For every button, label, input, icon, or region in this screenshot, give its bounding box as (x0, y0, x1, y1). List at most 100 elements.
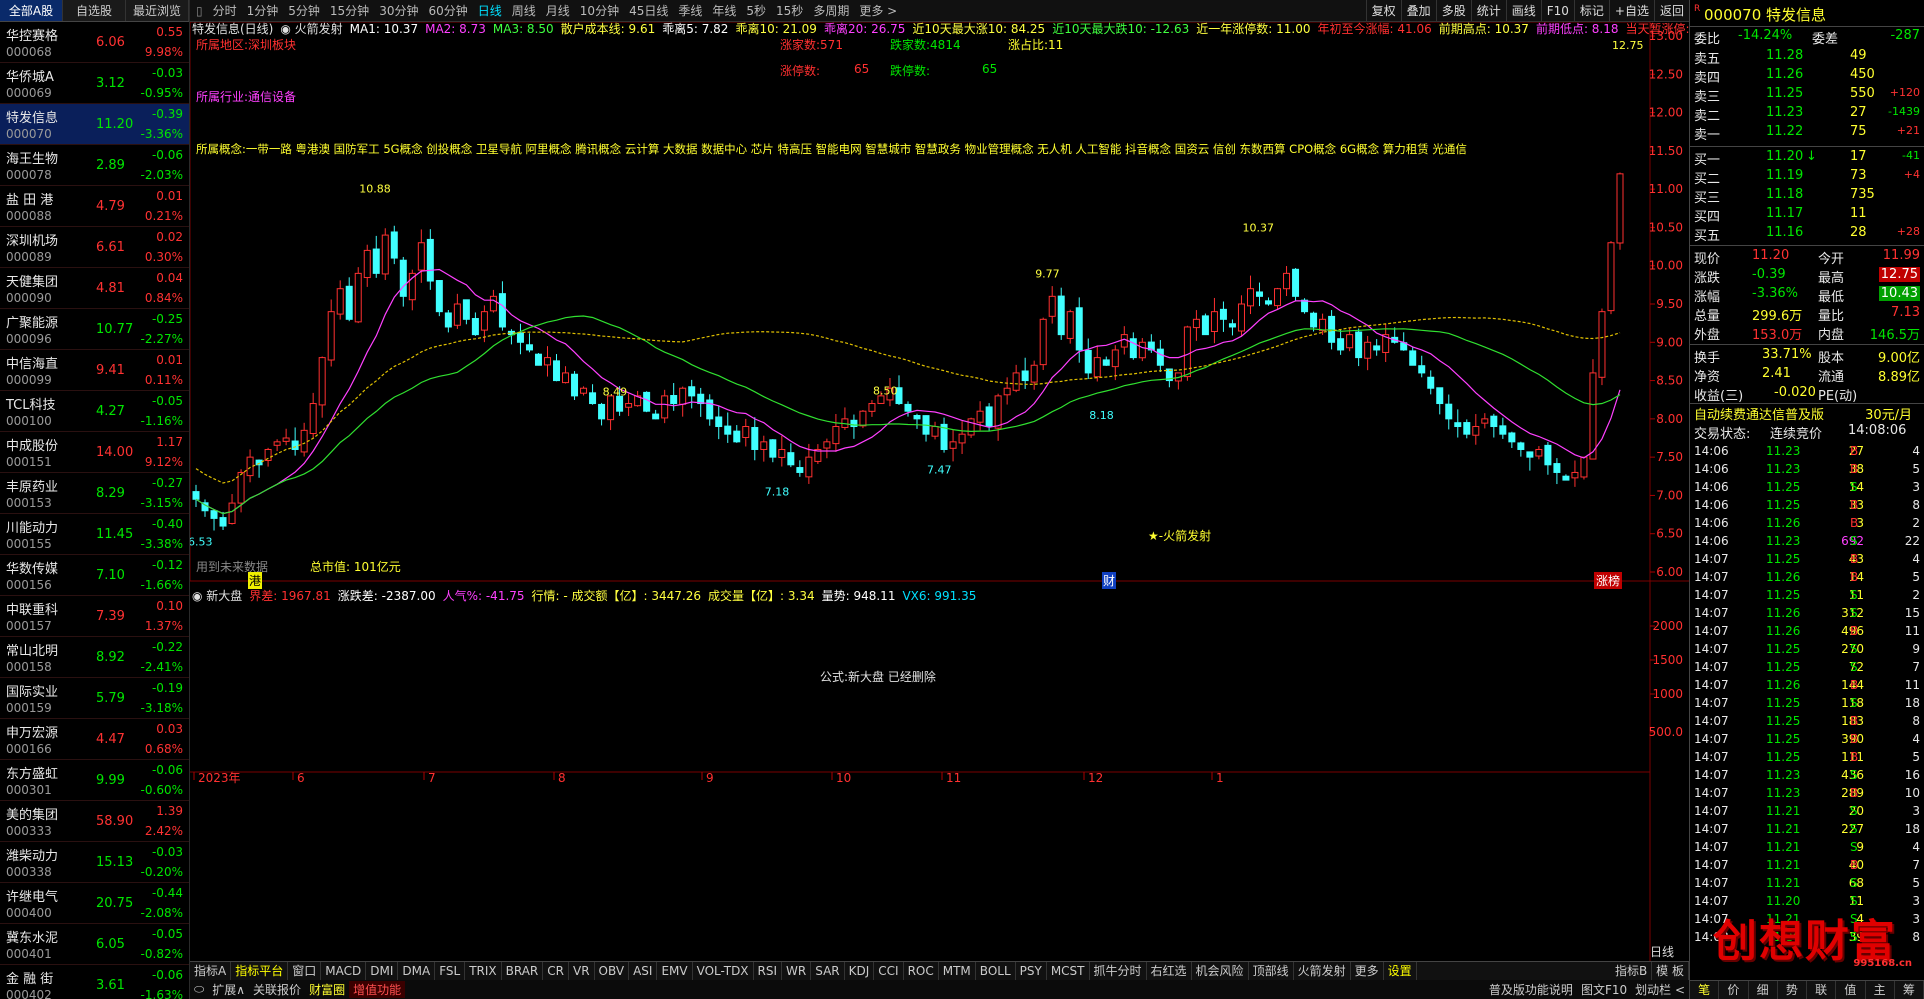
indicator-tab[interactable]: WR (782, 962, 812, 980)
toolbar-action-button[interactable]: +自选 (1608, 0, 1654, 22)
quote-tab[interactable]: 价 (1719, 981, 1749, 999)
quote-tab[interactable]: 笔 (1690, 981, 1720, 999)
indicator-tab[interactable]: FSL (435, 962, 466, 980)
stock-row[interactable]: 华控赛格 000068 6.06 0.55 9.98% (0, 22, 189, 63)
status-link[interactable]: 划动栏 < (1631, 981, 1689, 998)
stock-row[interactable]: 华侨城A 000069 3.12 -0.03 -0.95% (0, 63, 189, 104)
toolbar-action-button[interactable]: 统计 (1470, 0, 1506, 22)
period-tab[interactable]: 45日线 (629, 2, 668, 19)
quote-tab[interactable]: 主 (1866, 981, 1895, 999)
toolbar-action-button[interactable]: 标记 (1573, 0, 1609, 22)
indicator-tab[interactable]: TRIX (465, 962, 502, 980)
status-button[interactable]: 财富圈 (305, 981, 349, 998)
period-tab[interactable]: 1分钟 (247, 2, 279, 19)
stock-row[interactable]: 冀东水泥 000401 6.05 -0.05 -0.82% (0, 924, 189, 965)
period-tab[interactable]: 年线 (712, 2, 736, 19)
indicator-tab[interactable]: 指标平台 (231, 962, 289, 980)
toolbar-menu-icon[interactable]: ▯ (196, 4, 203, 18)
indicator-tab[interactable]: DMA (398, 962, 436, 980)
tab-all-a-shares[interactable]: 全部A股 (0, 0, 63, 21)
stock-row[interactable]: 金 融 街 000402 3.61 -0.06 -1.63% (0, 965, 189, 999)
period-tab[interactable]: 日线 (478, 2, 502, 19)
toolbar-action-button[interactable]: 多股 (1435, 0, 1471, 22)
indicator-tab[interactable]: OBV (595, 962, 630, 980)
indicator-tab[interactable]: 指标A (190, 962, 232, 980)
quote-tab[interactable]: 值 (1836, 981, 1866, 999)
indicator-tab[interactable]: CCI (874, 962, 904, 980)
period-tab[interactable]: 更多 > (859, 2, 897, 19)
indicator-tab[interactable]: 设置 (1384, 962, 1417, 980)
toolbar-action-button[interactable]: 画线 (1505, 0, 1541, 22)
quote-tab[interactable]: 细 (1749, 981, 1778, 999)
status-link[interactable]: 普及版功能说明 (1485, 981, 1577, 998)
stock-row[interactable]: 申万宏源 000166 4.47 0.03 0.68% (0, 719, 189, 760)
indicator-tab[interactable]: VOL-TDX (693, 962, 754, 980)
period-tab[interactable]: 30分钟 (379, 2, 418, 19)
indicator-tab[interactable]: MACD (321, 962, 367, 980)
period-tab[interactable]: 周线 (512, 2, 536, 19)
quote-tab[interactable]: 联 (1807, 981, 1837, 999)
stock-row[interactable]: TCL科技 000100 4.27 -0.05 -1.16% (0, 391, 189, 432)
quote-tab[interactable]: 势 (1778, 981, 1807, 999)
indicator-tab[interactable]: MTM (939, 962, 976, 980)
toolbar-action-button[interactable]: 返回 (1653, 0, 1689, 22)
indicator-tab[interactable]: EMV (657, 962, 693, 980)
quote-title[interactable]: 000070 特发信息 (1704, 4, 1826, 25)
stock-row[interactable]: 海王生物 000078 2.89 -0.06 -2.03% (0, 145, 189, 186)
toolbar-action-button[interactable]: F10 (1540, 0, 1574, 22)
period-tab[interactable]: 15秒 (776, 2, 803, 19)
stock-row[interactable]: 广聚能源 000096 10.77 -0.25 -2.27% (0, 309, 189, 350)
indicator-tab[interactable]: RSI (754, 962, 783, 980)
indicator-tab[interactable]: 顶部线 (1249, 962, 1294, 980)
stock-row[interactable]: 东方盛虹 000301 9.99 -0.06 -0.60% (0, 760, 189, 801)
period-tab[interactable]: 60分钟 (428, 2, 467, 19)
indicator-tab[interactable]: 火箭发射 (1294, 962, 1351, 980)
stock-row[interactable]: 许继电气 000400 20.75 -0.44 -2.08% (0, 883, 189, 924)
promo-text[interactable]: 自动续费通达信普及版 (1694, 404, 1824, 423)
stock-row[interactable]: 华数传媒 000156 7.10 -0.12 -1.66% (0, 555, 189, 596)
stock-row[interactable]: 丰原药业 000153 8.29 -0.27 -3.15% (0, 473, 189, 514)
period-tab[interactable]: 多周期 (813, 2, 849, 19)
tab-watchlist[interactable]: 自选股 (63, 0, 126, 21)
indicator-tab[interactable]: CR (543, 962, 569, 980)
indicator-tab[interactable]: ROC (904, 962, 939, 980)
finance-badge[interactable]: 财 (1102, 572, 1117, 589)
indicator-tab-right[interactable]: 模 板 (1652, 962, 1689, 980)
indicator-tab[interactable]: 机会风险 (1192, 962, 1249, 980)
stock-row[interactable]: 川能动力 000155 11.45 -0.40 -3.38% (0, 514, 189, 555)
indicator-tab[interactable]: 更多 (1351, 962, 1384, 980)
promo-price[interactable]: 30元/月 (1865, 404, 1912, 423)
period-tab[interactable]: 5秒 (746, 2, 766, 19)
stock-row[interactable]: 中信海直 000099 9.41 0.01 0.11% (0, 350, 189, 391)
indicator-tab[interactable]: PSY (1016, 962, 1047, 980)
stock-row[interactable]: 常山北明 000158 8.92 -0.22 -2.41% (0, 637, 189, 678)
indicator-tab[interactable]: MCST (1047, 962, 1090, 980)
stock-row[interactable]: 国际实业 000159 5.79 -0.19 -3.18% (0, 678, 189, 719)
indicator-tab[interactable]: KDJ (845, 962, 875, 980)
stock-row[interactable]: 中联重科 000157 7.39 0.10 1.37% (0, 596, 189, 637)
period-tab[interactable]: 分时 (213, 2, 237, 19)
indicator-tab[interactable]: 抓牛分时 (1090, 962, 1147, 980)
toggle-switch-icon[interactable]: ⬭ (190, 982, 208, 997)
toolbar-action-button[interactable]: 叠加 (1400, 0, 1436, 22)
kline-chart[interactable]: 13.00 12.50 12.00 11.50 11.00 10.50 10.00 9.50 9… (190, 22, 1712, 961)
indicator-tab[interactable]: 窗口 (288, 962, 322, 980)
indicator-tab[interactable]: SAR (811, 962, 845, 980)
indicator-tab[interactable]: BOLL (976, 962, 1016, 980)
tab-recent[interactable]: 最近浏览 (126, 0, 189, 21)
indicator-tab[interactable]: DMI (366, 962, 399, 980)
period-tab[interactable]: 10分钟 (580, 2, 619, 19)
indicator-tab[interactable]: VR (569, 962, 595, 980)
status-button[interactable]: 增值功能 (349, 981, 406, 998)
stock-row[interactable]: 深圳机场 000089 6.61 0.02 0.30% (0, 227, 189, 268)
stock-row[interactable]: 潍柴动力 000338 15.13 -0.03 -0.20% (0, 842, 189, 883)
status-link[interactable]: 图文F10 (1577, 981, 1631, 998)
toolbar-action-button[interactable]: 复权 (1365, 0, 1401, 22)
period-tab[interactable]: 5分钟 (288, 2, 320, 19)
indicator-tab[interactable]: 右红选 (1147, 962, 1192, 980)
gainers-rank-badge[interactable]: 涨榜 (1594, 572, 1623, 589)
status-button[interactable]: 扩展∧ (208, 981, 249, 998)
stock-row[interactable]: 盐 田 港 000088 4.79 0.01 0.21% (0, 186, 189, 227)
period-tab[interactable]: 季线 (678, 2, 702, 19)
indicator-tab[interactable]: ASI (629, 962, 658, 980)
